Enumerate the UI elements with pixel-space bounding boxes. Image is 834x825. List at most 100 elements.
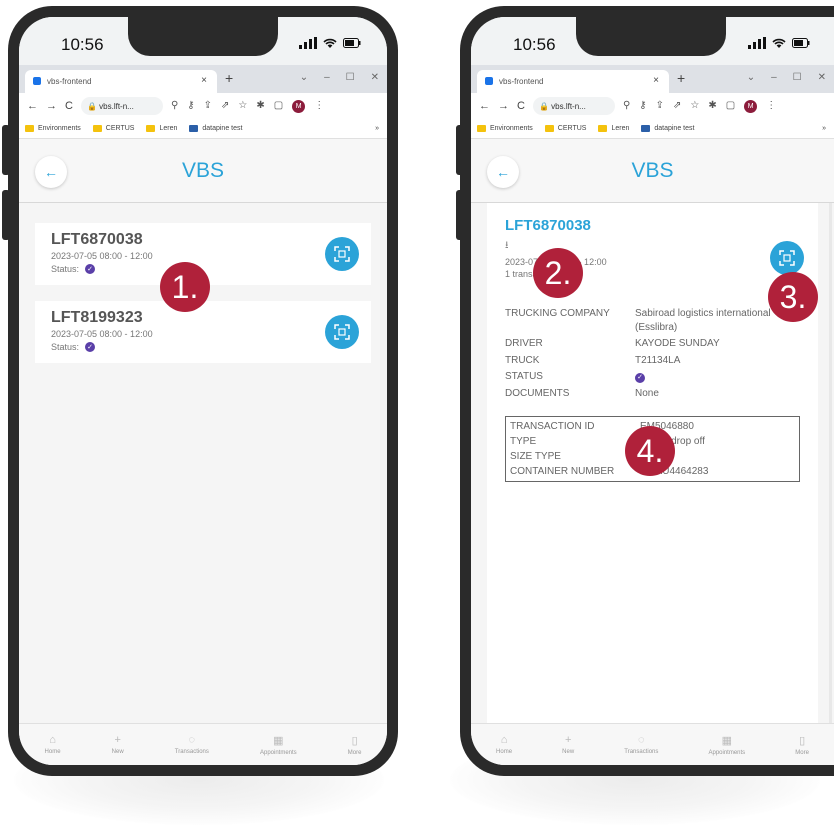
nav-new[interactable]: + New	[112, 734, 124, 755]
address-bar[interactable]: 🔒 vbs.lft-n...	[80, 97, 163, 115]
tx-label: TYPE	[510, 436, 537, 447]
back-arrow-icon[interactable]: ←	[479, 100, 490, 112]
appointment-id: LFT8199323	[51, 309, 143, 326]
share-icon[interactable]: ⇗	[221, 100, 229, 113]
system-icons	[748, 37, 810, 49]
zoom-icon[interactable]: ⚲	[623, 100, 630, 113]
extensions-icon[interactable]: ✱	[708, 100, 716, 113]
scan-button[interactable]	[325, 315, 359, 349]
appointment-date: 2023-07-05 08:00 - 12:00	[51, 251, 153, 261]
menu-icon[interactable]: ⋮	[766, 100, 776, 113]
phone-detail: 10:56 vbs-frontend × + ⌄ – ☐ ✕ ← → C 🔒 v…	[460, 6, 834, 776]
plus-icon: +	[564, 734, 572, 746]
reload-icon[interactable]: C	[517, 100, 525, 112]
reload-icon[interactable]: C	[65, 100, 73, 112]
scan-button[interactable]	[325, 237, 359, 271]
bookmarks-bar: Environments CERTUS Leren datapine test …	[471, 119, 834, 139]
status-label: Status:	[51, 342, 80, 352]
tab-search-icon[interactable]: ⌄	[300, 72, 308, 83]
more-icon: ▯	[351, 734, 358, 747]
forward-arrow-icon[interactable]: →	[46, 100, 57, 112]
minimize-icon[interactable]: –	[771, 72, 777, 83]
install-icon[interactable]: ⇪	[204, 100, 212, 113]
nav-transactions[interactable]: ◌ Transactions	[624, 734, 658, 755]
new-tab-button[interactable]: +	[677, 70, 685, 86]
scan-button[interactable]	[770, 241, 804, 275]
sidepanel-icon[interactable]: ▢	[274, 100, 283, 113]
back-arrow-icon[interactable]: ←	[27, 100, 38, 112]
bookmark-label: Environments	[490, 125, 533, 132]
appointment-info: TRUCKING COMPANY Sabiroad logistics inte…	[505, 307, 800, 400]
key-icon[interactable]: ⚷	[187, 100, 194, 113]
list-item[interactable]: LFT8199323 2023-07-05 08:00 - 12:00 Stat…	[35, 301, 371, 363]
profile-avatar[interactable]: M	[744, 99, 758, 113]
info-label: DOCUMENTS	[505, 387, 570, 399]
close-window-icon[interactable]: ✕	[818, 72, 826, 83]
appointment-id: LFT6870038	[505, 217, 591, 234]
browser-tab[interactable]: vbs-frontend ×	[477, 70, 669, 93]
bookmark-datapine[interactable]: datapine test	[641, 125, 694, 132]
calendar-icon: ▦	[273, 734, 284, 747]
new-tab-button[interactable]: +	[225, 70, 233, 86]
star-icon[interactable]: ☆	[690, 100, 699, 113]
install-icon[interactable]: ⇪	[656, 100, 664, 113]
bookmark-environments[interactable]: Environments	[477, 125, 533, 132]
signal-icon	[748, 37, 766, 49]
bookmarks-more-icon[interactable]: »	[375, 125, 379, 132]
qr-scan-icon	[779, 250, 795, 266]
nav-new[interactable]: + New	[562, 734, 574, 755]
bottom-nav: ⌂ Home + New ◌ Transactions ▦ Appointments ▯…	[19, 723, 387, 765]
extensions-icon[interactable]: ✱	[256, 100, 264, 113]
minimize-icon[interactable]: –	[324, 72, 330, 83]
plus-icon: +	[114, 734, 121, 746]
profile-avatar[interactable]: M	[292, 99, 306, 113]
bookmark-certus[interactable]: CERTUS	[544, 125, 586, 132]
tab-close-icon[interactable]: ×	[201, 75, 207, 86]
battery-icon	[792, 38, 810, 48]
nav-appointments[interactable]: ▦ Appointments	[708, 734, 745, 756]
address-bar[interactable]: 🔒 vbs.lft-n...	[532, 97, 615, 115]
forward-arrow-icon[interactable]: →	[498, 100, 509, 112]
star-icon[interactable]: ☆	[238, 100, 247, 113]
more-icon: ▯	[799, 734, 806, 747]
close-window-icon[interactable]: ✕	[371, 72, 379, 83]
maximize-icon[interactable]: ☐	[346, 72, 355, 83]
sidepanel-icon[interactable]: ▢	[726, 100, 735, 113]
zoom-icon[interactable]: ⚲	[171, 100, 178, 113]
bookmark-label: Leren	[611, 125, 630, 132]
nav-home[interactable]: ⌂ Home	[45, 734, 61, 755]
nav-more[interactable]: ▯ More	[348, 734, 362, 756]
status-check-icon: ✓	[635, 372, 645, 383]
browser-tab[interactable]: vbs-frontend ×	[25, 70, 217, 93]
app-header: ← VBS	[19, 139, 387, 203]
info-value: ✓	[635, 370, 800, 384]
bookmark-certus[interactable]: CERTUS	[92, 125, 134, 132]
menu-icon[interactable]: ⋮	[314, 100, 324, 113]
nav-transactions[interactable]: ◌ Transactions	[175, 734, 209, 755]
nav-home[interactable]: ⌂ Home	[496, 734, 512, 755]
bookmarks-more-icon[interactable]: »	[822, 125, 826, 132]
bookmark-leren[interactable]: Leren	[146, 125, 177, 132]
nav-label: More	[795, 749, 809, 756]
nav-label: Transactions	[174, 749, 209, 755]
key-icon[interactable]: ⚷	[639, 100, 646, 113]
scrollbar[interactable]	[829, 203, 832, 723]
bookmarks-bar: Environments CERTUS Leren datapine test …	[19, 119, 387, 139]
page-title: VBS	[181, 159, 225, 182]
tab-close-icon[interactable]: ×	[653, 75, 659, 86]
maximize-icon[interactable]: ☐	[793, 72, 802, 83]
info-value: KAYODE SUNDAY	[635, 338, 720, 349]
appointment-date: 2023-07-05 08:00 - 12:00	[51, 329, 153, 339]
nav-more[interactable]: ▯ More	[795, 734, 809, 756]
bookmark-environments[interactable]: Environments	[25, 125, 81, 132]
page-title: VBS	[631, 159, 674, 182]
tab-search-icon[interactable]: ⌄	[747, 72, 755, 83]
bookmark-datapine[interactable]: datapine test	[189, 125, 242, 132]
share-icon[interactable]: ⇗	[673, 100, 681, 113]
bookmark-leren[interactable]: Leren	[598, 125, 629, 132]
nav-appointments[interactable]: ▦ Appointments	[260, 734, 297, 756]
browser-tabbar: vbs-frontend × + ⌄ – ☐ ✕	[19, 65, 387, 93]
tab-title: vbs-frontend	[47, 77, 92, 86]
info-label: DRIVER	[505, 338, 543, 349]
home-icon: ⌂	[49, 734, 56, 746]
